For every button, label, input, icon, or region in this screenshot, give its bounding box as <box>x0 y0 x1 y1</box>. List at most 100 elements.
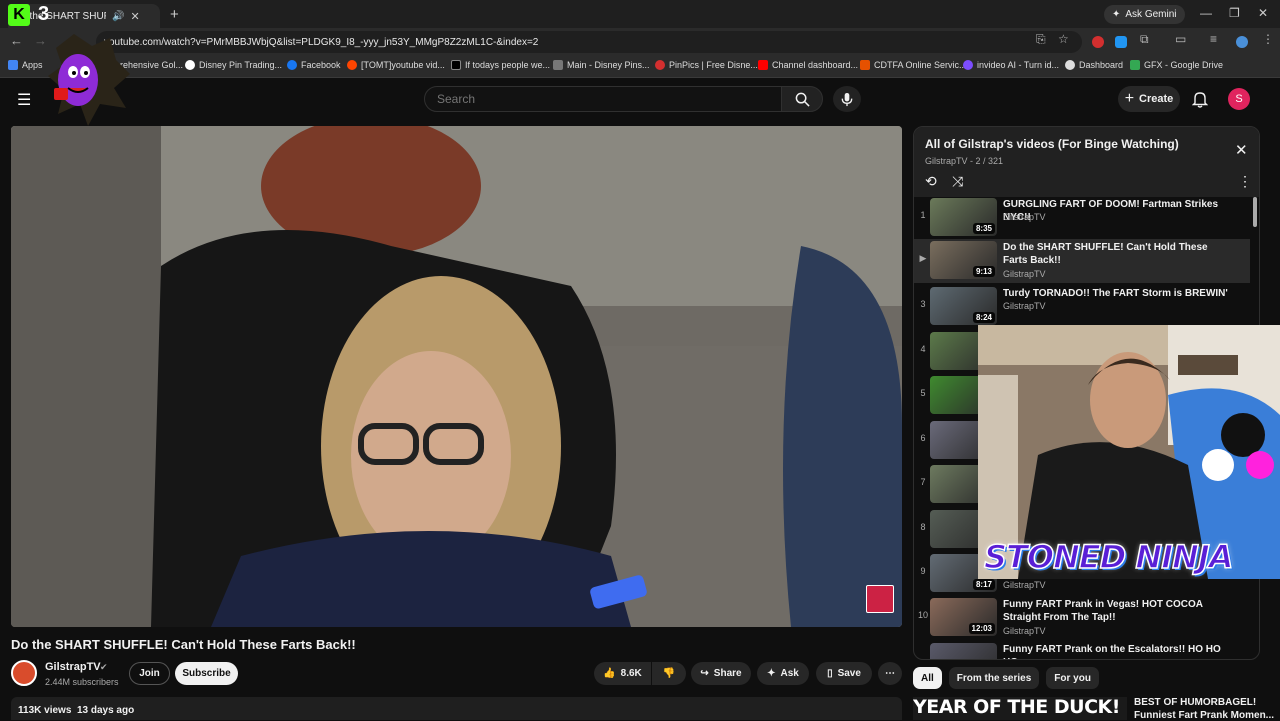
omnibox[interactable]: youtube.com/watch?v=PMrMBBJWbjQ&list=PLD… <box>96 31 1082 53</box>
ask-gemini-button[interactable]: ✦ Ask Gemini <box>1104 5 1185 24</box>
apps-grid-icon <box>8 60 18 70</box>
voice-search-button[interactable] <box>833 86 861 112</box>
bookmark-item[interactable]: Channel dashboard... <box>758 60 858 70</box>
bookmark-item[interactable]: GFX - Google Drive <box>1130 60 1223 70</box>
extensions-puzzle-icon[interactable]: ⧉ <box>1140 32 1149 47</box>
save-button[interactable]: ▯ Save <box>816 662 872 685</box>
playlist-item[interactable]: ▶ 9:13 Do the SHART SHUFFLE! Can't Hold Th… <box>914 239 1250 283</box>
playlist-item-title[interactable]: Turdy TORNADO!! The FART Storm is BREWIN… <box>1003 287 1228 300</box>
bookmark-item[interactable]: [TOMT]youtube vid... <box>347 60 445 70</box>
close-icon[interactable]: ✕ <box>1235 141 1248 159</box>
back-icon[interactable]: ← <box>10 33 23 48</box>
channel-name[interactable]: GilstrapTV <box>45 661 101 673</box>
url-text: youtube.com/watch?v=PMrMBBJWbjQ&list=PLD… <box>104 36 539 48</box>
join-button[interactable]: Join <box>129 662 170 685</box>
bookmark-item[interactable]: invideo AI - Turn id... <box>963 60 1059 70</box>
bookmark-item[interactable]: If todays people we... <box>451 60 550 70</box>
chip-from-the-series[interactable]: From the series <box>948 667 1040 689</box>
playlist-item-title[interactable]: Do the SHART SHUFFLE! Can't Hold These F… <box>1003 241 1228 267</box>
playlist-item[interactable]: 1 8:35 GURGLING FART OF DOOM! Fartman Stri… <box>914 196 1250 240</box>
bookmark-item[interactable]: CDTFA Online Servic... <box>860 60 967 70</box>
subscribe-button[interactable]: Subscribe <box>175 662 238 685</box>
playlist-item[interactable]: 3 8:24 Turdy TORNADO!! The FART Storm is B… <box>914 285 1250 329</box>
microphone-icon <box>841 92 853 106</box>
bookmark-label: CDTFA Online Servic... <box>874 60 967 70</box>
playlist-item-index: 3 <box>920 299 926 309</box>
install-app-icon[interactable]: ⎘ <box>1036 32 1046 47</box>
bookmark-favicon <box>185 60 195 70</box>
search-box[interactable] <box>424 86 782 112</box>
more-actions-button[interactable]: ⋯ <box>878 662 902 685</box>
playlist-item-thumbnail[interactable]: 12:03 <box>930 598 997 636</box>
create-button[interactable]: + Create <box>1118 86 1180 112</box>
video-player[interactable] <box>11 126 902 627</box>
playlist-item-channel: GilstrapTV <box>1003 580 1046 590</box>
playlist-item-thumbnail[interactable]: 9:13 <box>930 241 997 279</box>
chip-all[interactable]: All <box>913 667 942 689</box>
browser-tab[interactable]: Do the SHART SHUFFLE! Ca 🔊 ✕ <box>8 4 160 28</box>
google-drive-icon <box>1130 60 1140 70</box>
plus-icon: + <box>1124 90 1135 107</box>
loop-icon[interactable]: ⟲ <box>925 173 937 190</box>
browser-menu-icon[interactable]: ⋮ <box>1262 32 1274 46</box>
profile-icon[interactable] <box>1236 36 1248 48</box>
search-button[interactable] <box>781 86 823 112</box>
chip-for-you[interactable]: For you <box>1046 667 1099 689</box>
bookmark-favicon <box>963 60 973 70</box>
playlist-item-channel: GilstrapTV <box>1003 212 1046 222</box>
playlist-item-thumbnail[interactable] <box>930 643 997 659</box>
share-button[interactable]: ↪ Share <box>691 662 751 685</box>
bookmark-item[interactable]: Main - Disney Pins... <box>553 60 650 70</box>
tiktok-icon <box>451 60 461 70</box>
extension-icon[interactable] <box>1092 36 1104 48</box>
subscriber-count: 2.44M subscribers <box>45 677 119 687</box>
dislike-button[interactable]: 👎 <box>652 662 686 685</box>
new-tab-button[interactable]: + <box>170 6 179 23</box>
browser-tab-bar: Do the SHART SHUFFLE! Ca 🔊 ✕ + ✦ Ask Gem… <box>0 0 1280 28</box>
playlist-item-index: 4 <box>920 344 926 354</box>
recommended-title-line2[interactable]: Funniest Fart Prank Momen... <box>1134 710 1274 721</box>
shuffle-icon[interactable]: ⤨ <box>952 173 963 190</box>
extension-icon[interactable] <box>1115 36 1127 48</box>
bookmark-favicon <box>1065 60 1075 70</box>
playlist-scrollbar[interactable] <box>1253 197 1257 227</box>
media-controls-icon[interactable]: ≡ <box>1210 32 1217 46</box>
playlist-item-thumbnail[interactable]: 8:35 <box>930 198 997 236</box>
playlist-item-title[interactable]: Funny FART Prank in Vegas! HOT COCOA Str… <box>1003 598 1228 624</box>
video-meta: 113K views 13 days ago <box>18 705 134 716</box>
bookmark-star-icon[interactable]: ☆ <box>1058 32 1069 46</box>
playlist-item-title[interactable]: Funny FART Prank on the Escalators!! HO … <box>1003 643 1228 659</box>
bookmark-item[interactable]: Apps <box>8 60 43 70</box>
playlist-owner[interactable]: GilstrapTV <box>925 156 968 166</box>
playlist-item[interactable]: Funny FART Prank on the Escalators!! HO … <box>914 641 1250 659</box>
bookmark-item[interactable]: PinPics | Free Disne... <box>655 60 758 70</box>
hamburger-menu-icon[interactable]: ☰ <box>17 90 31 110</box>
user-avatar[interactable]: S <box>1228 88 1250 110</box>
playlist-title[interactable]: All of Gilstrap's videos (For Binge Watc… <box>925 137 1179 151</box>
channel-avatar[interactable] <box>11 660 37 686</box>
playlist-item[interactable]: 10 12:03 Funny FART Prank in Vegas! HOT CO… <box>914 596 1250 640</box>
maximize-icon[interactable]: ❐ <box>1229 6 1240 20</box>
search-input[interactable] <box>437 92 737 106</box>
bookmark-label: Disney Pin Trading... <box>199 60 283 70</box>
more-vertical-icon[interactable]: ⋮ <box>1238 173 1252 190</box>
bookmark-item[interactable]: Disney Pin Trading... <box>185 60 282 70</box>
description-box[interactable] <box>11 697 902 720</box>
ask-gemini-label: Ask Gemini <box>1125 9 1177 20</box>
speaker-icon[interactable]: 🔊 <box>112 11 124 22</box>
close-icon[interactable]: ✕ <box>130 10 139 23</box>
channel-watermark[interactable] <box>866 585 894 613</box>
playlist-item-thumbnail[interactable]: 8:24 <box>930 287 997 325</box>
like-button[interactable]: 👍 8.6K <box>594 662 651 685</box>
logo-number: 3 <box>38 3 50 25</box>
notifications-bell-icon[interactable] <box>1192 90 1208 108</box>
minimize-icon[interactable]: — <box>1200 6 1212 20</box>
sidebar-icon[interactable]: ▭ <box>1175 32 1186 46</box>
recommended-thumbnail[interactable]: YEAR OF THE DUCK! <box>913 697 1127 720</box>
window-close-icon[interactable]: ✕ <box>1258 6 1268 20</box>
bookmark-item[interactable]: Dashboard <box>1065 60 1123 70</box>
bookmark-item[interactable]: Facebook <box>287 60 341 70</box>
recommended-title[interactable]: BEST OF HUMORBAGEL! <box>1134 697 1256 708</box>
ask-button[interactable]: ✦ Ask <box>757 662 809 685</box>
bookmark-label: [TOMT]youtube vid... <box>361 60 445 70</box>
